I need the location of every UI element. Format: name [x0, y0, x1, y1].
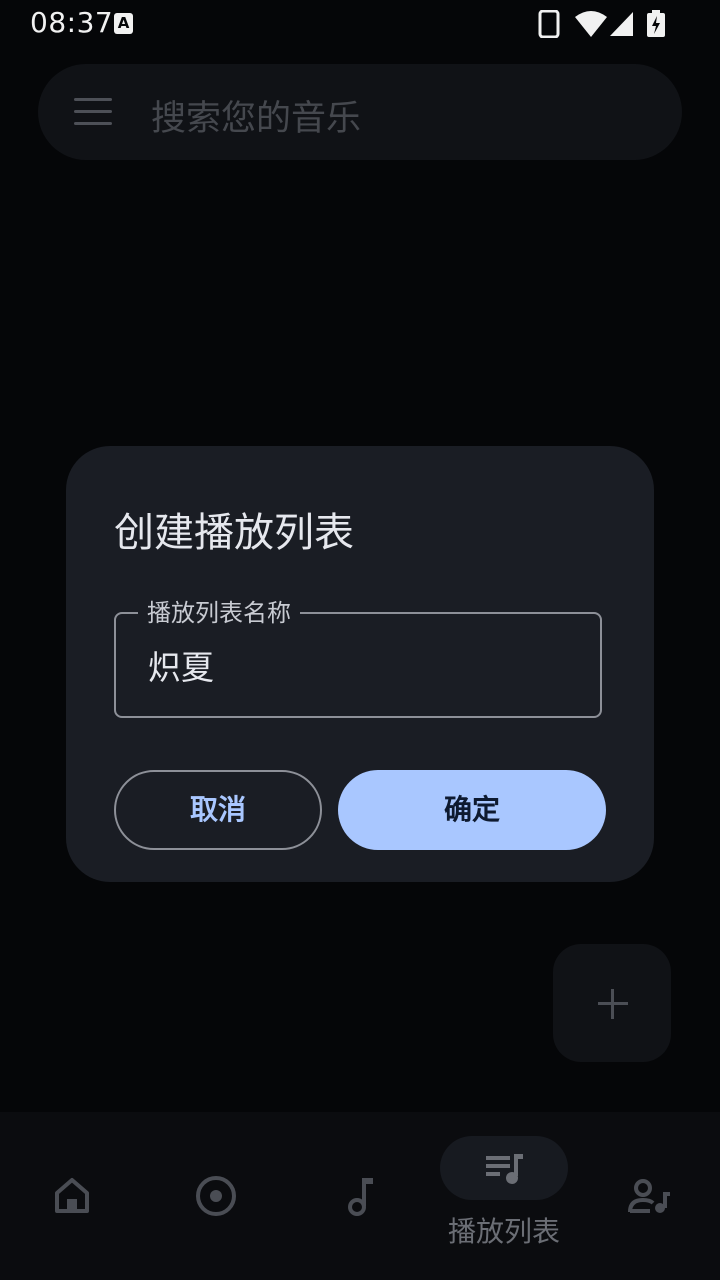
phone-vibrate-icon [538, 10, 560, 38]
music-note-icon[interactable] [344, 1176, 376, 1216]
status-bar: 08:37 A [0, 0, 720, 48]
confirm-button[interactable]: 确定 [338, 770, 606, 850]
add-playlist-fab[interactable] [553, 944, 671, 1062]
album-disc-icon[interactable] [195, 1175, 237, 1217]
status-time: 08:37 [30, 6, 114, 39]
playlist-name-input[interactable]: 炽夏 [148, 648, 214, 688]
cancel-button[interactable]: 取消 [114, 770, 322, 850]
wifi-icon [575, 11, 607, 37]
notification-a-icon: A [114, 13, 133, 34]
cell-signal-icon [610, 12, 633, 36]
search-placeholder[interactable]: 搜索您的音乐 [151, 90, 361, 141]
create-playlist-dialog: 创建播放列表 播放列表名称 炽夏 取消 确定 [66, 446, 654, 882]
artist-icon[interactable] [628, 1178, 672, 1214]
playlist-icon[interactable] [484, 1152, 526, 1186]
nav-label-playlists[interactable]: 播放列表 [420, 1210, 588, 1250]
dialog-title: 创建播放列表 [114, 510, 354, 556]
battery-charging-icon [647, 10, 665, 37]
search-bar[interactable]: 搜索您的音乐 [38, 64, 682, 160]
bottom-navigation: 播放列表 [0, 1112, 720, 1280]
home-icon[interactable] [54, 1176, 90, 1214]
playlist-name-label: 播放列表名称 [138, 598, 300, 628]
hamburger-menu-icon[interactable] [74, 98, 112, 126]
playlist-name-field[interactable]: 播放列表名称 炽夏 [114, 598, 602, 718]
